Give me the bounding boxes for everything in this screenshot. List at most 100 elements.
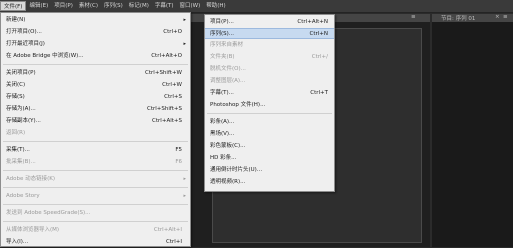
panel-menu-icon-right[interactable]: ≡ — [503, 14, 508, 20]
menu-item-label: Adobe Story — [6, 193, 40, 199]
menu-item-label: 采集(T)... — [6, 147, 30, 153]
menu-item-label: 从媒体浏览器导入(M) — [6, 227, 60, 233]
menu-item-label: Adobe 动态链接(K) — [6, 176, 56, 182]
file-menu-batch-capture[interactable]: 批采集(B)... F6 — [1, 157, 190, 168]
file-menu: 新建(N) ▸ 打开项目(O)... Ctrl+O 打开最近项目(J) ▸ 在 … — [0, 12, 191, 247]
menu-project[interactable]: 项目(P) — [51, 1, 76, 11]
new-bin[interactable]: 文件夹(B) Ctrl+/ — [205, 52, 334, 63]
menu-item-label: 打开最近项目(J) — [6, 41, 45, 47]
menu-item-label: 序列来自素材 — [210, 42, 244, 48]
new-title[interactable]: 字幕(T)... Ctrl+T — [205, 88, 334, 99]
submenu-arrow-icon: ▸ — [183, 41, 186, 47]
file-menu-save-as[interactable]: 存储为(A)... Ctrl+Shift+S — [1, 104, 190, 115]
menu-item-label: 彩色蒙板(C)... — [210, 143, 246, 149]
menu-item-shortcut: Ctrl+S — [164, 94, 182, 100]
menu-edit[interactable]: 编辑(E) — [26, 1, 51, 11]
menu-window[interactable]: 窗口(W) — [177, 1, 204, 11]
menu-item-shortcut: Ctrl+N — [309, 31, 328, 37]
menu-item-label: 透明视频(R)... — [210, 179, 246, 185]
menu-item-shortcut: Ctrl+Alt+O — [151, 53, 182, 59]
menu-separator — [3, 221, 188, 222]
menu-item-label: 存储为(A)... — [6, 106, 36, 112]
menu-item-shortcut: Ctrl+O — [163, 29, 182, 35]
file-menu-save[interactable]: 存储(S) Ctrl+S — [1, 92, 190, 103]
menu-sequence[interactable]: 序列(S) — [101, 1, 126, 11]
new-offline-file[interactable]: 脱机文件(O)... — [205, 64, 334, 75]
new-photoshop-file[interactable]: Photoshop 文件(H)... — [205, 100, 334, 111]
program-monitor — [432, 22, 513, 247]
menu-item-shortcut: Ctrl+Shift+W — [145, 70, 182, 76]
new-submenu: 项目(P)... Ctrl+Alt+N 序列(S)... Ctrl+N 序列来自… — [204, 14, 335, 192]
menu-item-label: 脱机文件(O)... — [210, 66, 246, 72]
file-menu-import-media-browser[interactable]: 从媒体浏览器导入(M) Ctrl+Alt+I — [1, 225, 190, 236]
menu-item-label: 字幕(T)... — [210, 90, 234, 96]
new-color-matte[interactable]: 彩色蒙板(C)... — [205, 141, 334, 152]
menu-item-label: 序列(S)... — [210, 31, 235, 37]
menu-separator — [3, 170, 188, 171]
menu-marker[interactable]: 标记(M) — [126, 1, 152, 11]
menu-item-label: 关闭项目(P) — [6, 70, 36, 76]
menu-item-label: 打开项目(O)... — [6, 29, 42, 35]
menu-item-label: 批采集(B)... — [6, 159, 36, 165]
file-menu-save-copy[interactable]: 存储副本(Y)... Ctrl+Alt+S — [1, 116, 190, 127]
submenu-arrow-icon: ▸ — [183, 193, 186, 199]
menu-item-label: 存储(S) — [6, 94, 25, 100]
menu-item-label: 调整图层(A)... — [210, 78, 246, 84]
menu-item-label: 返回(R) — [6, 130, 26, 136]
new-sequence[interactable]: 序列(S)... Ctrl+N — [205, 28, 334, 39]
file-menu-import[interactable]: 导入(I)... Ctrl+I — [1, 237, 190, 248]
menu-item-label: 关闭(C) — [6, 82, 26, 88]
menu-item-label: Photoshop 文件(H)... — [210, 102, 266, 108]
menu-help[interactable]: 帮助(H) — [203, 1, 228, 11]
panel-menu-icon[interactable]: ≡ — [411, 14, 416, 20]
menu-item-shortcut: Ctrl+Alt+I — [153, 227, 182, 233]
panel-close-icon[interactable]: × — [495, 14, 500, 20]
submenu-arrow-icon: ▸ — [183, 176, 186, 182]
menu-item-shortcut: Ctrl+I — [165, 239, 182, 245]
menu-item-shortcut: Ctrl+Alt+S — [152, 118, 182, 124]
new-countdown-leader[interactable]: 通用倒计时片头(U)... — [205, 165, 334, 176]
menu-item-label: 文件夹(B) — [210, 54, 235, 60]
menu-item-shortcut: F6 — [175, 159, 182, 165]
menu-item-label: 在 Adobe Bridge 中浏览(W)... — [6, 53, 84, 59]
menu-item-label: 发送到 Adobe SpeedGrade(S)... — [6, 210, 91, 216]
new-adjustment-layer[interactable]: 调整图层(A)... — [205, 76, 334, 87]
menu-separator — [3, 141, 188, 142]
file-menu-revert[interactable]: 返回(R) — [1, 128, 190, 139]
file-menu-close[interactable]: 关闭(C) Ctrl+W — [1, 80, 190, 91]
file-menu-send-speedgrade[interactable]: 发送到 Adobe SpeedGrade(S)... — [1, 208, 190, 219]
menu-separator — [3, 187, 188, 188]
menu-item-label: 存储副本(Y)... — [6, 118, 41, 124]
menu-item-shortcut: F5 — [175, 147, 182, 153]
file-menu-open-project[interactable]: 打开项目(O)... Ctrl+O — [1, 27, 190, 38]
new-black-video[interactable]: 黑场(V)... — [205, 129, 334, 140]
menu-item-shortcut: Ctrl+T — [310, 90, 328, 96]
file-menu-dynamic-link[interactable]: Adobe 动态链接(K) ▸ — [1, 174, 190, 185]
menu-file[interactable]: 文件(F) — [0, 1, 27, 11]
menu-separator — [3, 64, 188, 65]
menu-item-shortcut: Ctrl+Shift+S — [147, 106, 182, 112]
new-bars-and-tone[interactable]: 彩条(A)... — [205, 117, 334, 128]
menu-item-shortcut: Ctrl+Alt+N — [297, 19, 328, 25]
new-project[interactable]: 项目(P)... Ctrl+Alt+N — [205, 17, 334, 28]
menu-separator — [3, 204, 188, 205]
file-menu-open-recent[interactable]: 打开最近项目(J) ▸ — [1, 39, 190, 50]
new-transparent-video[interactable]: 透明视频(R)... — [205, 177, 334, 188]
menu-item-label: 项目(P)... — [210, 19, 234, 25]
file-menu-browse-bridge[interactable]: 在 Adobe Bridge 中浏览(W)... Ctrl+Alt+O — [1, 51, 190, 62]
menu-clip[interactable]: 素材(C) — [76, 1, 101, 11]
menu-separator — [207, 113, 332, 114]
file-menu-capture[interactable]: 采集(T)... F5 — [1, 145, 190, 156]
file-menu-new[interactable]: 新建(N) ▸ — [1, 15, 190, 26]
menu-item-shortcut: Ctrl+W — [162, 82, 182, 88]
menu-item-shortcut: Ctrl+/ — [311, 54, 328, 60]
file-menu-close-project[interactable]: 关闭项目(P) Ctrl+Shift+W — [1, 68, 190, 79]
submenu-arrow-icon: ▸ — [183, 17, 186, 23]
new-hd-bars[interactable]: HD 彩条... — [205, 153, 334, 164]
menu-title[interactable]: 字幕(T) — [152, 1, 177, 11]
program-panel-tab[interactable]: 节目: 序列 01 — [441, 14, 475, 22]
menu-item-label: 黑场(V)... — [210, 131, 235, 137]
file-menu-adobe-story[interactable]: Adobe Story ▸ — [1, 191, 190, 202]
menu-item-label: 新建(N) — [6, 17, 26, 23]
new-sequence-from-clip[interactable]: 序列来自素材 — [205, 40, 334, 51]
